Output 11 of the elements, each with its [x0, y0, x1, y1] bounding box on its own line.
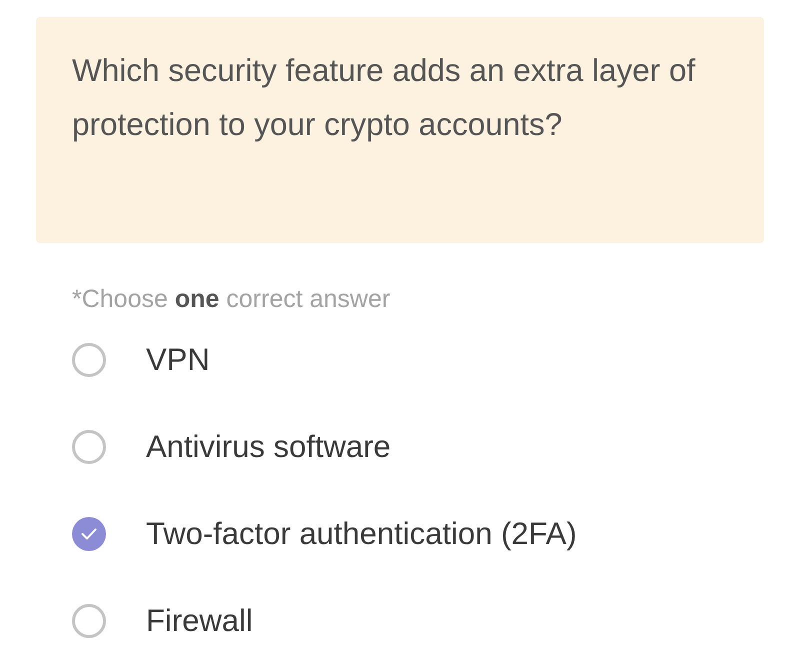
instruction-text: *Choose one correct answer — [72, 285, 392, 314]
radio-button[interactable] — [72, 516, 106, 550]
option-label[interactable]: Two-factor authentication (2FA) — [146, 516, 577, 552]
option-label[interactable]: Antivirus software — [146, 428, 391, 464]
check-icon — [81, 528, 97, 540]
radio-button[interactable] — [72, 430, 106, 464]
question-text: Which security feature adds an extra layer of protection to your crypto accounts? — [72, 51, 696, 144]
option-label[interactable]: Firewall — [146, 602, 253, 638]
radio-button[interactable] — [72, 604, 106, 638]
option-label[interactable]: VPN — [146, 342, 210, 378]
radio-button[interactable] — [72, 342, 106, 376]
